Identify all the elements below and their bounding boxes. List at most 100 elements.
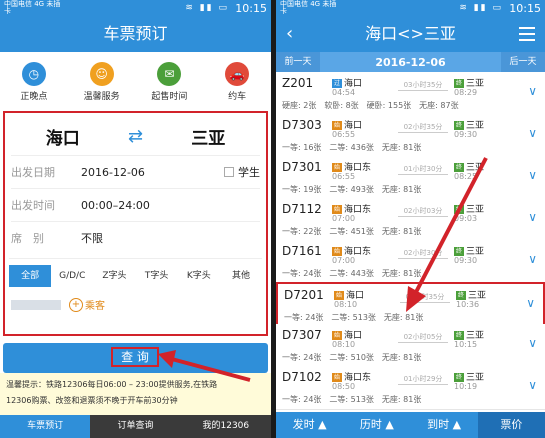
arrive-time: 08:25 bbox=[454, 172, 478, 181]
seat-value: 不限 bbox=[81, 232, 103, 245]
sort-duration[interactable]: 历时 ▲ bbox=[343, 412, 410, 438]
chevron-down-icon[interactable]: ∨ bbox=[528, 378, 537, 392]
chevron-down-icon[interactable]: ∨ bbox=[528, 84, 537, 98]
train-row[interactable]: D7102 始海口东 08:50 01小时29分终三亚 10:19 一等: 24张 二等:… bbox=[276, 366, 545, 410]
swap-icon[interactable]: ⇄ bbox=[121, 126, 151, 147]
depart-time: 08:10 bbox=[332, 340, 356, 349]
quick-item-sale-time[interactable]: ✉ 起售时间 bbox=[139, 62, 199, 104]
plus-icon[interactable]: + bbox=[69, 297, 83, 312]
quick-label: 正晚点 bbox=[20, 92, 48, 102]
city-selector: 海口 ⇄ 三亚 bbox=[5, 117, 266, 155]
chevron-down-icon[interactable]: ∨ bbox=[528, 126, 537, 140]
duration: 02小时30分 bbox=[398, 248, 448, 259]
status-time: 10:15 bbox=[235, 2, 267, 15]
depart-time: 08:10 bbox=[334, 300, 358, 309]
station-tag: 始 bbox=[332, 121, 342, 130]
train-row[interactable]: D7307 始海口 08:10 02小时05分终三亚 10:15 一等: 24张 二等: … bbox=[276, 324, 545, 368]
student-label: 学生 bbox=[238, 166, 260, 179]
notice-line: 温馨提示：铁路12306每日06:00 – 23:00提供服务,在铁路 bbox=[6, 380, 218, 389]
service-icon: ☺ bbox=[89, 62, 114, 86]
student-checkbox[interactable]: 学生 bbox=[224, 164, 260, 180]
title-bar: 车票预订 bbox=[0, 16, 271, 52]
sort-arrive[interactable]: 到时 ▲ bbox=[411, 412, 478, 438]
tab-t[interactable]: T字头 bbox=[136, 265, 178, 287]
arrive-time: 09:03 bbox=[454, 214, 478, 223]
chevron-down-icon[interactable]: ∨ bbox=[526, 296, 535, 310]
chevron-down-icon[interactable]: ∨ bbox=[528, 168, 537, 182]
depart-time-label: 出发时间 bbox=[11, 199, 55, 212]
back-icon[interactable]: ‹ bbox=[286, 16, 293, 52]
train-number: Z201 bbox=[282, 76, 314, 90]
depart-date-value: 2016-12-06 bbox=[81, 165, 145, 179]
add-passenger-button[interactable]: 乘客 bbox=[85, 297, 105, 312]
query-button[interactable]: 查 询 bbox=[111, 347, 159, 367]
tab-gdc[interactable]: G/D/C bbox=[51, 265, 93, 287]
nav-orders[interactable]: 订单查询 bbox=[90, 415, 180, 438]
tab-k[interactable]: K字头 bbox=[178, 265, 220, 287]
train-row[interactable]: D7201 始海口 08:10 02小时35分终三亚 10:36 一等: 24张 二等: … bbox=[276, 282, 545, 326]
duration: 01小时30分 bbox=[398, 164, 448, 175]
train-number: D7112 bbox=[282, 202, 322, 216]
sort-price[interactable]: 票价 bbox=[477, 412, 545, 438]
from-city[interactable]: 海口 bbox=[5, 124, 121, 149]
train-row[interactable]: D7161 始海口东 07:00 02小时30分终三亚 09:30 一等: 24张 二等:… bbox=[276, 240, 545, 284]
duration: 02小时35分 bbox=[398, 122, 448, 133]
seat-availability: 一等: 19张 二等: 493张 无座: 81张 bbox=[282, 185, 422, 194]
menu-icon[interactable] bbox=[519, 27, 535, 41]
depart-date-row[interactable]: 出发日期 2016-12-06 学生 bbox=[11, 155, 260, 188]
depart-time: 06:55 bbox=[332, 130, 356, 139]
quick-item-service[interactable]: ☺ 温馨服务 bbox=[72, 62, 132, 104]
quick-item-punctuality[interactable]: ◷ 正晚点 bbox=[4, 62, 64, 104]
arrive-time: 08:29 bbox=[454, 88, 478, 97]
sort-depart[interactable]: 发时 ▲ bbox=[276, 412, 343, 438]
booking-form: 海口 ⇄ 三亚 出发日期 2016-12-06 学生 出发时间 00:00–24… bbox=[3, 111, 268, 336]
tab-all[interactable]: 全部 bbox=[9, 265, 52, 287]
quick-item-car[interactable]: 🚗 约车 bbox=[207, 62, 267, 104]
query-bar[interactable]: 查 询 bbox=[3, 343, 268, 373]
ticket-icon: ✉ bbox=[157, 62, 182, 86]
quick-label: 约车 bbox=[228, 92, 247, 102]
chevron-down-icon[interactable]: ∨ bbox=[528, 336, 537, 350]
title-bar: ‹ 海口<>三亚 bbox=[276, 16, 545, 52]
blurred-passenger bbox=[11, 299, 61, 310]
prev-day-button[interactable]: 前一天 bbox=[276, 52, 320, 72]
tab-other[interactable]: 其他 bbox=[220, 265, 262, 287]
station-tag: 始 bbox=[332, 205, 342, 214]
chevron-down-icon[interactable]: ∨ bbox=[528, 252, 537, 266]
arrive-time: 10:15 bbox=[454, 340, 478, 349]
station-tag: 终 bbox=[454, 331, 464, 340]
depart-time: 06:55 bbox=[332, 172, 356, 181]
train-row[interactable]: Z201 过海口 04:54 03小时35分终三亚 08:29 硬座: 2张 软卧: 8张… bbox=[276, 72, 545, 116]
train-row[interactable]: D7301 始海口东 06:55 01小时30分终三亚 08:25 一等: 19张 二等:… bbox=[276, 156, 545, 200]
quick-label: 温馨服务 bbox=[83, 92, 120, 102]
station-tag: 始 bbox=[332, 373, 342, 382]
booking-screen: 中国电信 4G 未插卡 ≋ ▮▮ ▭ 10:15 车票预订 ◷ 正晚点 ☺ 温馨… bbox=[0, 0, 271, 438]
station-tag: 终 bbox=[454, 79, 464, 88]
status-bar: 中国电信 4G 未插卡 ≋ ▮▮ ▭ 10:15 bbox=[0, 0, 271, 16]
tab-z[interactable]: Z字头 bbox=[93, 265, 135, 287]
checkbox-icon bbox=[224, 167, 234, 177]
train-number: D7161 bbox=[282, 244, 322, 258]
seat-row[interactable]: 席 别 不限 bbox=[11, 221, 260, 254]
arrive-time: 09:30 bbox=[454, 130, 478, 139]
date-bar: 前一天 2016-12-06 后一天 bbox=[276, 52, 545, 72]
next-day-button[interactable]: 后一天 bbox=[501, 52, 545, 72]
train-number: D7201 bbox=[284, 288, 324, 302]
train-row[interactable]: D7112 始海口东 07:00 02小时03分终三亚 09:03 一等: 22张 二等:… bbox=[276, 198, 545, 242]
seat-label: 席 别 bbox=[11, 232, 44, 245]
current-date: 2016-12-06 bbox=[375, 55, 446, 69]
station-tag: 终 bbox=[454, 121, 464, 130]
nav-booking[interactable]: 车票预订 bbox=[0, 415, 91, 438]
chevron-down-icon[interactable]: ∨ bbox=[528, 210, 537, 224]
train-row[interactable]: D7303 始海口 06:55 02小时35分终三亚 09:30 一等: 16张 二等: … bbox=[276, 114, 545, 158]
signal-icon: ≋ ▮▮ ▭ bbox=[185, 3, 229, 13]
station-tag: 终 bbox=[454, 373, 464, 382]
depart-time-row[interactable]: 出发时间 00:00–24:00 bbox=[11, 188, 260, 221]
depart-time: 07:00 bbox=[332, 256, 356, 265]
quick-menu: ◷ 正晚点 ☺ 温馨服务 ✉ 起售时间 🚗 约车 bbox=[0, 52, 271, 104]
nav-my12306[interactable]: 我的12306 bbox=[181, 415, 271, 438]
seat-availability: 一等: 24张 二等: 510张 无座: 81张 bbox=[282, 353, 422, 362]
to-city[interactable]: 三亚 bbox=[151, 124, 267, 149]
notice-banner: 温馨提示：铁路12306每日06:00 – 23:00提供服务,在铁路 1230… bbox=[0, 373, 271, 415]
train-list-screen: 中国电信 4G 未插卡 ≋ ▮▮ ▭ 10:15 ‹ 海口<>三亚 前一天 20… bbox=[276, 0, 545, 438]
